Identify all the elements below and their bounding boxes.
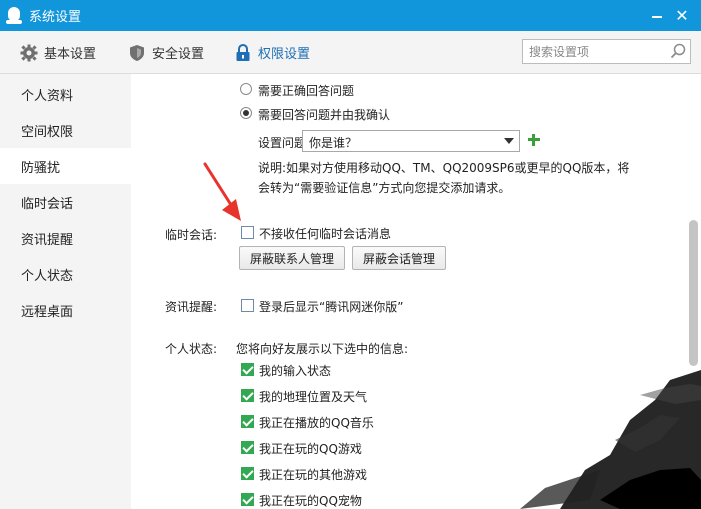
add-question-icon[interactable] <box>527 133 541 147</box>
shield-icon <box>128 44 146 62</box>
search-icon[interactable] <box>670 43 686 62</box>
window-title: 系统设置 <box>29 10 82 25</box>
sidebar-item-profile[interactable]: 个人资料 <box>0 76 131 112</box>
tab-basic-label: 基本设置 <box>44 47 97 62</box>
tab-security-settings[interactable]: 安全设置 <box>128 31 204 74</box>
tab-permission-settings[interactable]: 权限设置 <box>234 31 310 74</box>
tab-security-label: 安全设置 <box>152 47 205 62</box>
status-other-game-label: 我正在玩的其他游戏 <box>259 468 368 482</box>
search-box <box>522 39 691 64</box>
lock-icon <box>234 43 252 62</box>
status-qq-game-label: 我正在玩的QQ游戏 <box>259 442 362 456</box>
status-location-checkbox[interactable] <box>241 389 254 402</box>
question-select-value: 你是谁？ <box>309 136 358 150</box>
radio-answer-correctly[interactable] <box>240 83 252 95</box>
status-qq-pet-checkbox[interactable] <box>241 493 254 506</box>
tab-permission-label: 权限设置 <box>258 47 311 62</box>
sidebar-item-label: 空间权限 <box>21 124 74 140</box>
sidebar-item-label: 远程桌面 <box>21 304 74 320</box>
note-line-1: 说明:如果对方使用移动QQ、TM、QQ2009SP6或更早的QQ版本，将 <box>258 161 630 175</box>
sidebar-item-personal-status[interactable]: 个人状态 <box>0 256 131 292</box>
scrollbar-thumb[interactable] <box>689 220 698 366</box>
status-typing-checkbox[interactable] <box>241 363 254 376</box>
status-qq-game-checkbox[interactable] <box>241 441 254 454</box>
status-typing-label: 我的输入状态 <box>259 364 332 378</box>
sidebar-item-space-permission[interactable]: 空间权限 <box>0 112 131 148</box>
title-bar: 系统设置 ✕ <box>0 0 701 31</box>
show-tencent-mini-label: 登录后显示“腾讯网迷你版” <box>259 300 404 314</box>
settings-toolbar: 基本设置 安全设置 权限设置 <box>0 31 701 74</box>
show-tencent-mini-checkbox[interactable] <box>241 299 254 312</box>
status-qq-pet-label: 我正在玩的QQ宠物 <box>259 494 362 508</box>
sidebar-item-label: 临时会话 <box>21 196 74 212</box>
reject-temp-session-label: 不接收任何临时会话消息 <box>259 227 392 241</box>
close-icon: ✕ <box>675 5 689 25</box>
close-button[interactable]: ✕ <box>672 5 692 25</box>
sidebar-item-news-reminder[interactable]: 资讯提醒 <box>0 220 131 256</box>
reject-temp-session-checkbox[interactable] <box>241 226 254 239</box>
minimize-button[interactable] <box>647 5 667 25</box>
block-contacts-button[interactable]: 屏蔽联系人管理 <box>239 246 345 270</box>
tab-basic-settings[interactable]: 基本设置 <box>20 31 96 74</box>
status-music-checkbox[interactable] <box>241 415 254 428</box>
minimize-icon <box>652 16 662 18</box>
sidebar-item-label: 资讯提醒 <box>21 232 74 248</box>
radio-answer-and-confirm[interactable] <box>240 107 252 119</box>
question-select[interactable]: 你是谁？ <box>302 130 520 152</box>
block-sessions-button[interactable]: 屏蔽会话管理 <box>352 246 446 270</box>
gear-icon <box>20 44 38 62</box>
status-intro: 您将向好友展示以下选中的信息: <box>236 342 409 356</box>
settings-sidebar: 个人资料 空间权限 防骚扰 临时会话 资讯提醒 个人状态 远程桌面 <box>0 74 131 509</box>
news-label: 资讯提醒: <box>165 300 218 314</box>
status-other-game-checkbox[interactable] <box>241 467 254 480</box>
sidebar-item-label: 个人状态 <box>21 268 74 284</box>
sidebar-item-label: 个人资料 <box>21 88 74 104</box>
status-label: 个人状态: <box>165 342 218 356</box>
sidebar-item-anti-harassment[interactable]: 防骚扰 <box>0 148 131 184</box>
radio-answer-and-confirm-label: 需要回答问题并由我确认 <box>258 108 391 122</box>
qq-penguin-icon <box>5 6 23 25</box>
chevron-down-icon <box>504 138 514 144</box>
status-music-label: 我正在播放的QQ音乐 <box>259 416 374 430</box>
sidebar-item-temp-session[interactable]: 临时会话 <box>0 184 131 220</box>
sidebar-item-remote-desktop[interactable]: 远程桌面 <box>0 292 131 328</box>
temp-session-label: 临时会话: <box>165 228 218 242</box>
settings-content: 需要正确回答问题 需要回答问题并由我确认 设置问题一: 你是谁？ 说明:如果对方… <box>131 74 701 509</box>
sidebar-item-label: 防骚扰 <box>21 160 61 176</box>
note-line-2: 会转为“需要验证信息”方式向您提交添加请求。 <box>258 181 511 195</box>
status-location-label: 我的地理位置及天气 <box>259 390 368 404</box>
radio-answer-correctly-label: 需要正确回答问题 <box>258 84 355 98</box>
search-input[interactable] <box>529 43 659 60</box>
